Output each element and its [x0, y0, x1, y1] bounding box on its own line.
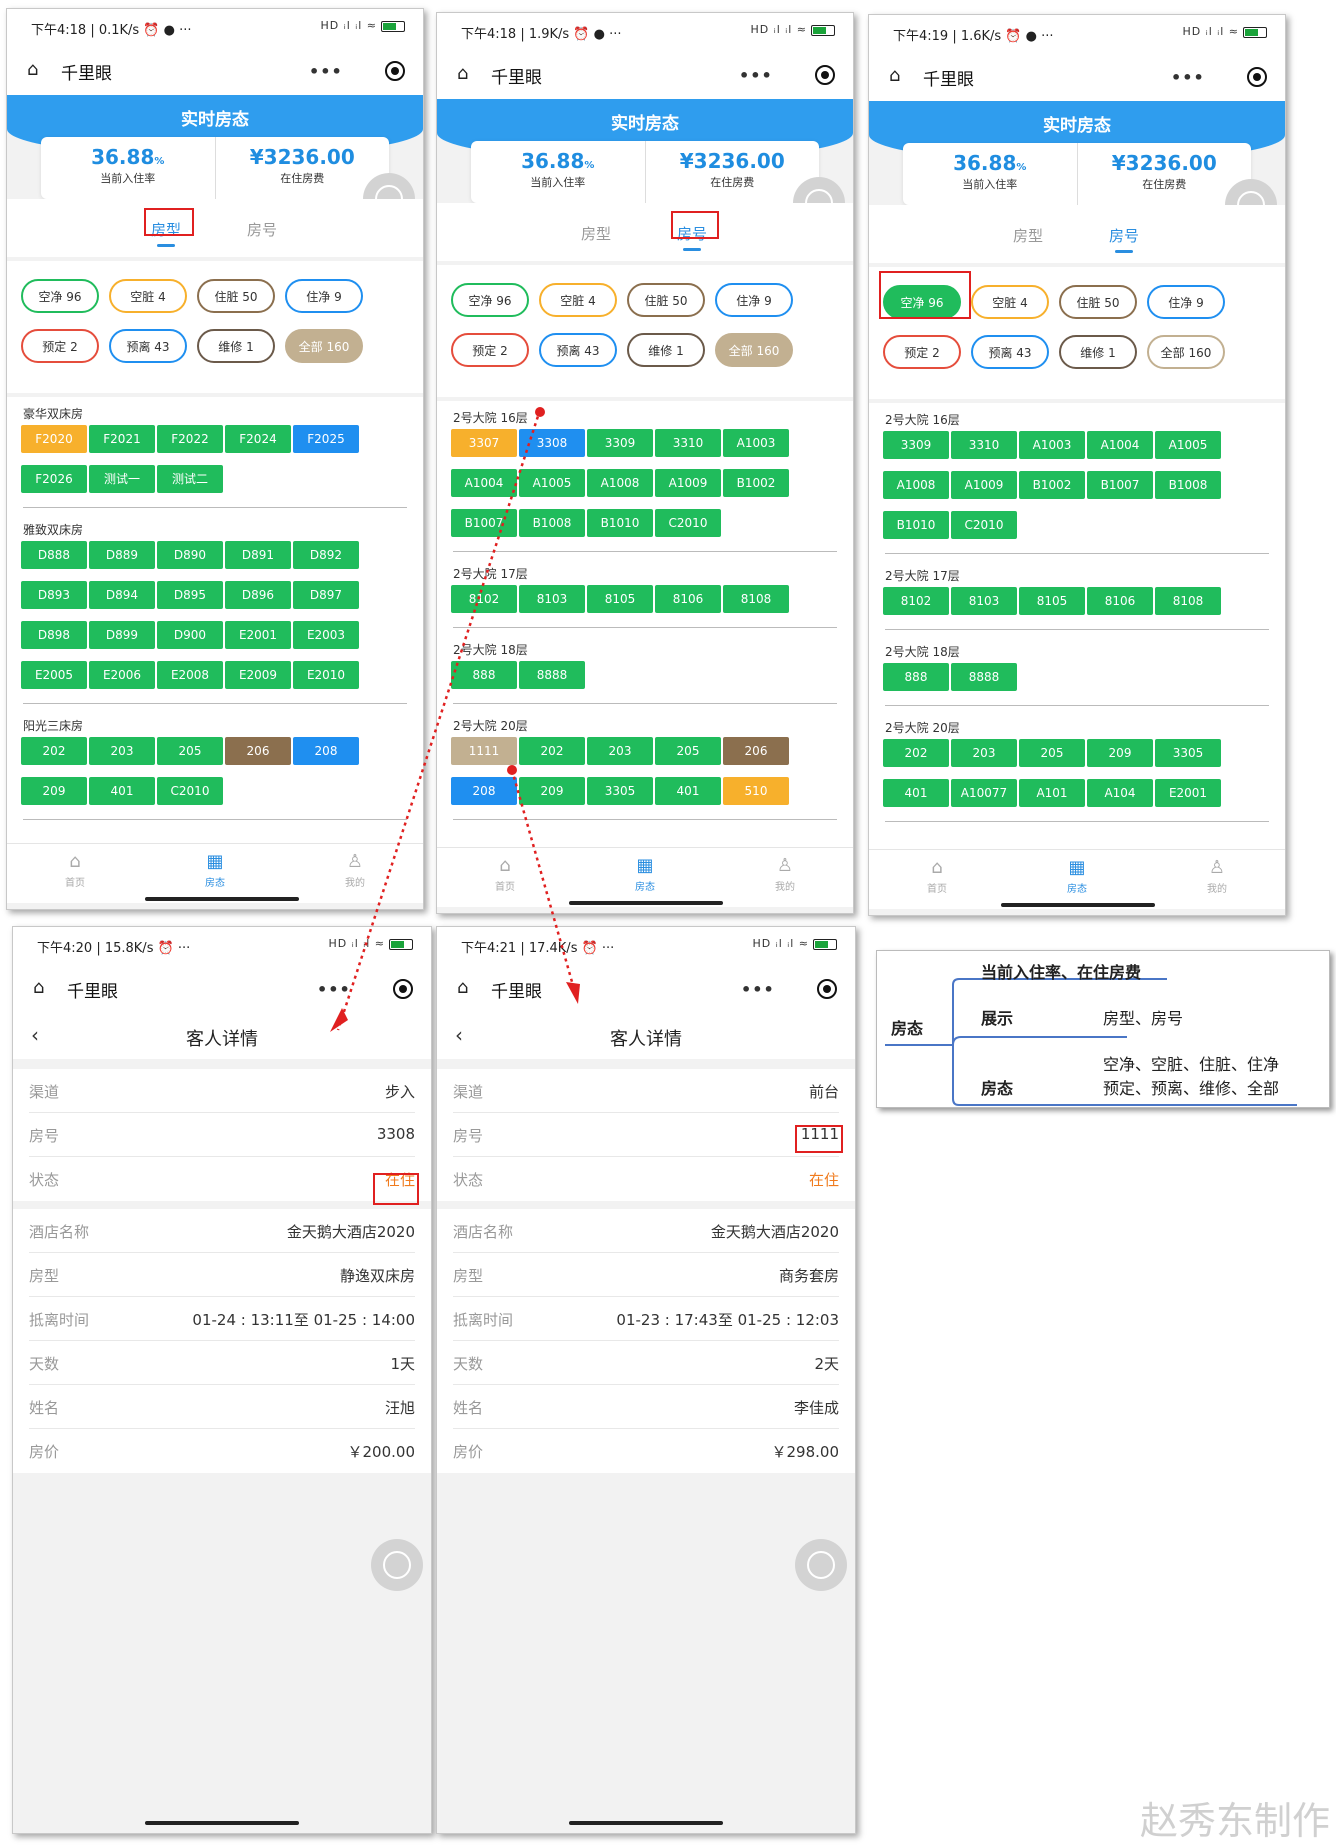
annotation-arrows: [330, 407, 580, 1032]
watermark: 赵秀东制作: [1140, 1799, 1331, 1843]
